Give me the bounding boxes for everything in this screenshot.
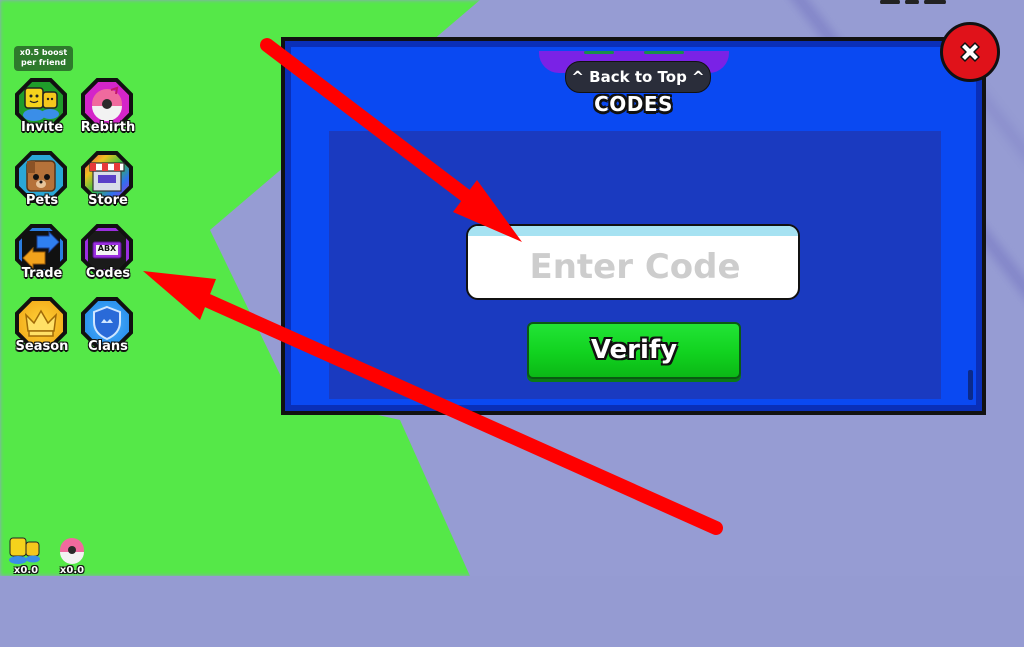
sidebar-item-pets[interactable]: Pets (11, 149, 73, 215)
sidebar-item-season[interactable]: Season (11, 295, 73, 361)
rebirth-icon (60, 538, 84, 564)
close-icon (960, 42, 980, 62)
codes-title: CODES (594, 92, 673, 116)
boost-badge: x0.5 boost per friend (14, 46, 73, 71)
codes-panel-body: ^ Back to Top ^ CODES Verify (285, 41, 982, 411)
codes-ticket-text: ABX (97, 244, 117, 253)
rebirth-boost-counter: x0.0 (52, 534, 92, 576)
codes-panel: ^ Back to Top ^ CODES Verify (281, 37, 986, 415)
friends-boost-counter: x0.0 (6, 534, 46, 576)
sidebar-item-label: Invite (20, 120, 64, 135)
sidebar-item-label: Codes (85, 266, 131, 281)
counter-value: x0.0 (59, 565, 85, 576)
sidebar-item-trade[interactable]: Trade (11, 222, 73, 288)
counter-value: x0.0 (13, 565, 39, 576)
sidebar-item-label: Clans (88, 339, 128, 354)
verify-button[interactable]: Verify (527, 322, 741, 379)
panel-scrollbar[interactable] (968, 370, 973, 400)
sidebar-item-label: Rebirth (80, 120, 136, 135)
sidebar-item-clans[interactable]: Clans (77, 295, 139, 361)
sidebar-item-label: Pets (25, 193, 59, 208)
sidebar-item-label: Trade (21, 266, 63, 281)
sidebar-item-label: Store (88, 193, 128, 208)
boost-badge-line2: per friend (21, 58, 66, 67)
sidebar-item-store[interactable]: Store (77, 149, 139, 215)
close-button[interactable] (940, 22, 1000, 82)
sidebar-item-label: Season (15, 339, 69, 354)
boost-badge-line1: x0.5 boost (19, 48, 68, 57)
back-to-top-button[interactable]: ^ Back to Top ^ (565, 61, 711, 93)
friends-icon (9, 537, 40, 564)
truncated-hud-text (880, 0, 970, 4)
code-input-field[interactable] (466, 224, 800, 300)
code-input[interactable] (468, 234, 798, 298)
sidebar-item-rebirth[interactable]: Rebirth (77, 76, 139, 142)
sidebar-item-invite[interactable]: Invite (11, 76, 73, 142)
sidebar-item-codes[interactable]: ABX Codes (77, 222, 139, 288)
